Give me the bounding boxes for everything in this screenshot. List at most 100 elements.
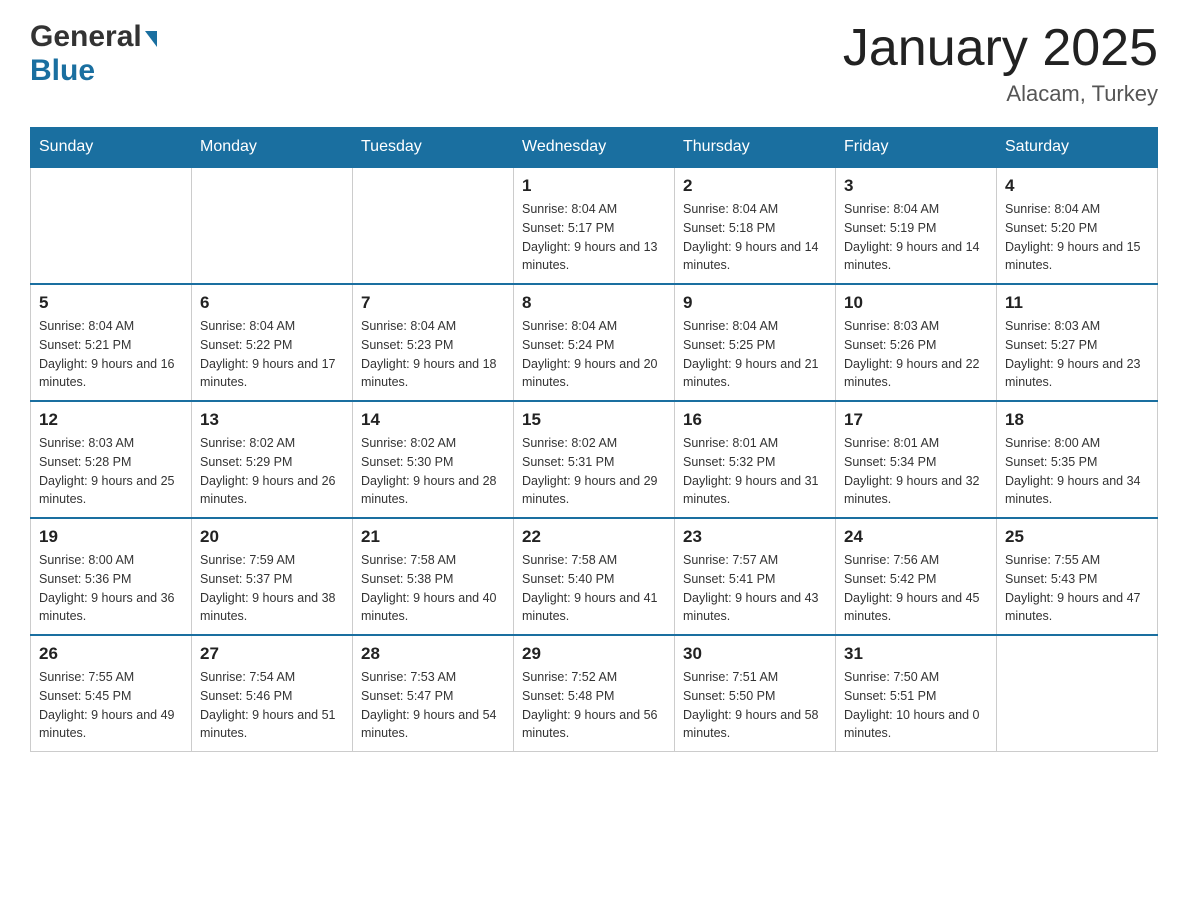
day-number: 15 — [522, 410, 666, 430]
calendar-cell: 3 Sunrise: 8:04 AMSunset: 5:19 PMDaylight… — [836, 167, 997, 284]
day-number: 30 — [683, 644, 827, 664]
day-info: Sunrise: 8:04 AMSunset: 5:24 PMDaylight:… — [522, 317, 666, 392]
day-info: Sunrise: 7:52 AMSunset: 5:48 PMDaylight:… — [522, 668, 666, 743]
day-number: 21 — [361, 527, 505, 547]
calendar-cell: 13 Sunrise: 8:02 AMSunset: 5:29 PMDayligh… — [192, 401, 353, 518]
calendar-cell: 14 Sunrise: 8:02 AMSunset: 5:30 PMDayligh… — [353, 401, 514, 518]
day-info: Sunrise: 8:04 AMSunset: 5:25 PMDaylight:… — [683, 317, 827, 392]
calendar-cell: 27 Sunrise: 7:54 AMSunset: 5:46 PMDayligh… — [192, 635, 353, 752]
day-number: 27 — [200, 644, 344, 664]
day-number: 20 — [200, 527, 344, 547]
week-row-1: 1 Sunrise: 8:04 AMSunset: 5:17 PMDaylight… — [31, 167, 1158, 284]
day-info: Sunrise: 7:56 AMSunset: 5:42 PMDaylight:… — [844, 551, 988, 626]
calendar-cell: 21 Sunrise: 7:58 AMSunset: 5:38 PMDayligh… — [353, 518, 514, 635]
calendar-cell: 6 Sunrise: 8:04 AMSunset: 5:22 PMDaylight… — [192, 284, 353, 401]
day-info: Sunrise: 8:04 AMSunset: 5:21 PMDaylight:… — [39, 317, 183, 392]
calendar-cell: 25 Sunrise: 7:55 AMSunset: 5:43 PMDayligh… — [997, 518, 1158, 635]
title-section: January 2025 Alacam, Turkey — [843, 20, 1158, 107]
calendar-cell: 5 Sunrise: 8:04 AMSunset: 5:21 PMDaylight… — [31, 284, 192, 401]
calendar-cell: 26 Sunrise: 7:55 AMSunset: 5:45 PMDayligh… — [31, 635, 192, 752]
day-number: 11 — [1005, 293, 1149, 313]
day-number: 5 — [39, 293, 183, 313]
day-info: Sunrise: 7:50 AMSunset: 5:51 PMDaylight:… — [844, 668, 988, 743]
calendar-cell — [353, 167, 514, 284]
calendar-table: SundayMondayTuesdayWednesdayThursdayFrid… — [30, 127, 1158, 752]
day-info: Sunrise: 8:04 AMSunset: 5:20 PMDaylight:… — [1005, 200, 1149, 275]
calendar-cell: 4Sunrise: 8:04 AMSunset: 5:20 PMDaylight… — [997, 167, 1158, 284]
calendar-cell: 15Sunrise: 8:02 AMSunset: 5:31 PMDayligh… — [514, 401, 675, 518]
calendar-cell: 28 Sunrise: 7:53 AMSunset: 5:47 PMDayligh… — [353, 635, 514, 752]
calendar-cell: 12 Sunrise: 8:03 AMSunset: 5:28 PMDayligh… — [31, 401, 192, 518]
calendar-cell: 18 Sunrise: 8:00 AMSunset: 5:35 PMDayligh… — [997, 401, 1158, 518]
day-number: 12 — [39, 410, 183, 430]
day-number: 25 — [1005, 527, 1149, 547]
column-header-tuesday: Tuesday — [353, 128, 514, 168]
day-info: Sunrise: 8:04 AMSunset: 5:22 PMDaylight:… — [200, 317, 344, 392]
day-info: Sunrise: 8:04 AMSunset: 5:19 PMDaylight:… — [844, 200, 988, 275]
day-info: Sunrise: 8:03 AMSunset: 5:27 PMDaylight:… — [1005, 317, 1149, 392]
day-info: Sunrise: 7:59 AMSunset: 5:37 PMDaylight:… — [200, 551, 344, 626]
day-number: 14 — [361, 410, 505, 430]
day-number: 23 — [683, 527, 827, 547]
day-number: 28 — [361, 644, 505, 664]
day-info: Sunrise: 8:04 AMSunset: 5:23 PMDaylight:… — [361, 317, 505, 392]
day-number: 29 — [522, 644, 666, 664]
day-number: 16 — [683, 410, 827, 430]
calendar-cell: 1 Sunrise: 8:04 AMSunset: 5:17 PMDaylight… — [514, 167, 675, 284]
day-info: Sunrise: 8:00 AMSunset: 5:35 PMDaylight:… — [1005, 434, 1149, 509]
day-info: Sunrise: 7:55 AMSunset: 5:45 PMDaylight:… — [39, 668, 183, 743]
column-header-monday: Monday — [192, 128, 353, 168]
day-number: 26 — [39, 644, 183, 664]
calendar-cell: 9 Sunrise: 8:04 AMSunset: 5:25 PMDaylight… — [675, 284, 836, 401]
day-number: 1 — [522, 176, 666, 196]
day-number: 19 — [39, 527, 183, 547]
day-info: Sunrise: 7:54 AMSunset: 5:46 PMDaylight:… — [200, 668, 344, 743]
day-number: 9 — [683, 293, 827, 313]
day-info: Sunrise: 8:04 AMSunset: 5:17 PMDaylight:… — [522, 200, 666, 275]
calendar-cell: 23 Sunrise: 7:57 AMSunset: 5:41 PMDayligh… — [675, 518, 836, 635]
day-info: Sunrise: 7:53 AMSunset: 5:47 PMDaylight:… — [361, 668, 505, 743]
calendar-cell: 29 Sunrise: 7:52 AMSunset: 5:48 PMDayligh… — [514, 635, 675, 752]
calendar-cell: 16 Sunrise: 8:01 AMSunset: 5:32 PMDayligh… — [675, 401, 836, 518]
day-number: 6 — [200, 293, 344, 313]
week-row-3: 12 Sunrise: 8:03 AMSunset: 5:28 PMDayligh… — [31, 401, 1158, 518]
column-header-friday: Friday — [836, 128, 997, 168]
logo-triangle-icon — [145, 31, 157, 47]
day-number: 7 — [361, 293, 505, 313]
day-number: 3 — [844, 176, 988, 196]
calendar-cell — [997, 635, 1158, 752]
day-number: 13 — [200, 410, 344, 430]
day-number: 8 — [522, 293, 666, 313]
logo: General Blue — [30, 20, 157, 88]
day-number: 22 — [522, 527, 666, 547]
day-number: 2 — [683, 176, 827, 196]
day-info: Sunrise: 7:58 AMSunset: 5:38 PMDaylight:… — [361, 551, 505, 626]
day-info: Sunrise: 8:02 AMSunset: 5:29 PMDaylight:… — [200, 434, 344, 509]
logo-blue-text: Blue — [30, 54, 95, 87]
calendar-cell — [31, 167, 192, 284]
day-info: Sunrise: 8:04 AMSunset: 5:18 PMDaylight:… — [683, 200, 827, 275]
column-header-thursday: Thursday — [675, 128, 836, 168]
day-info: Sunrise: 7:55 AMSunset: 5:43 PMDaylight:… — [1005, 551, 1149, 626]
column-header-wednesday: Wednesday — [514, 128, 675, 168]
calendar-cell: 31 Sunrise: 7:50 AMSunset: 5:51 PMDayligh… — [836, 635, 997, 752]
day-info: Sunrise: 7:58 AMSunset: 5:40 PMDaylight:… — [522, 551, 666, 626]
day-number: 31 — [844, 644, 988, 664]
calendar-cell: 22 Sunrise: 7:58 AMSunset: 5:40 PMDayligh… — [514, 518, 675, 635]
week-row-4: 19 Sunrise: 8:00 AMSunset: 5:36 PMDayligh… — [31, 518, 1158, 635]
day-number: 17 — [844, 410, 988, 430]
day-number: 18 — [1005, 410, 1149, 430]
calendar-cell: 30Sunrise: 7:51 AMSunset: 5:50 PMDayligh… — [675, 635, 836, 752]
calendar-cell: 10Sunrise: 8:03 AMSunset: 5:26 PMDayligh… — [836, 284, 997, 401]
column-header-saturday: Saturday — [997, 128, 1158, 168]
day-info: Sunrise: 7:57 AMSunset: 5:41 PMDaylight:… — [683, 551, 827, 626]
day-info: Sunrise: 8:02 AMSunset: 5:30 PMDaylight:… — [361, 434, 505, 509]
day-info: Sunrise: 8:00 AMSunset: 5:36 PMDaylight:… — [39, 551, 183, 626]
day-info: Sunrise: 8:03 AMSunset: 5:28 PMDaylight:… — [39, 434, 183, 509]
calendar-header-row: SundayMondayTuesdayWednesdayThursdayFrid… — [31, 128, 1158, 168]
calendar-cell: 24Sunrise: 7:56 AMSunset: 5:42 PMDayligh… — [836, 518, 997, 635]
calendar-title: January 2025 — [843, 20, 1158, 77]
day-info: Sunrise: 8:01 AMSunset: 5:34 PMDaylight:… — [844, 434, 988, 509]
day-info: Sunrise: 8:01 AMSunset: 5:32 PMDaylight:… — [683, 434, 827, 509]
day-info: Sunrise: 8:03 AMSunset: 5:26 PMDaylight:… — [844, 317, 988, 392]
